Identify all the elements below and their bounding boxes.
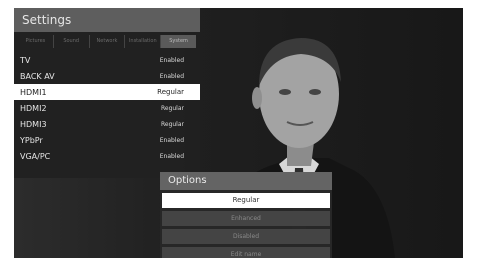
source-status: Regular: [157, 88, 184, 96]
option-regular[interactable]: Regular: [162, 193, 330, 208]
options-title: Options: [160, 172, 332, 190]
source-name: HDMI2: [20, 103, 47, 113]
source-row-ypbpr[interactable]: YPbPr Enabled: [14, 132, 200, 148]
source-name: VGA/PC: [20, 151, 51, 161]
source-row-tv[interactable]: TV Enabled: [14, 52, 200, 68]
source-name: HDMI3: [20, 119, 47, 129]
option-edit-name[interactable]: Edit name: [162, 247, 330, 258]
settings-tabs: Pictures Sound Network Installation Syst…: [18, 35, 196, 48]
source-name: HDMI1: [20, 87, 47, 97]
source-status: Regular: [160, 104, 184, 112]
source-status: Enabled: [159, 136, 184, 144]
source-row-hdmi2[interactable]: HDMI2 Regular: [14, 100, 200, 116]
tab-network[interactable]: Network: [90, 35, 126, 48]
settings-panel: Settings Pictures Sound Network Installa…: [14, 8, 200, 178]
source-name: TV: [20, 55, 31, 65]
source-row-vga-pc[interactable]: VGA/PC Enabled: [14, 148, 200, 164]
tv-screen: Settings Pictures Sound Network Installa…: [14, 8, 463, 258]
tab-installation[interactable]: Installation: [125, 35, 162, 48]
option-disabled[interactable]: Disabled: [162, 229, 330, 244]
source-status: Enabled: [159, 72, 184, 80]
tab-pictures[interactable]: Pictures: [18, 35, 54, 48]
source-row-hdmi1[interactable]: HDMI1 Regular: [14, 84, 200, 100]
source-status: Enabled: [159, 152, 184, 160]
settings-title: Settings: [14, 8, 200, 32]
source-row-back-av[interactable]: BACK AV Enabled: [14, 68, 200, 84]
tab-sound[interactable]: Sound: [54, 35, 90, 48]
options-popup: Options Regular Enhanced Disabled Edit n…: [160, 172, 332, 258]
tab-system[interactable]: System: [161, 35, 196, 48]
option-enhanced[interactable]: Enhanced: [162, 211, 330, 226]
source-name: BACK AV: [20, 71, 55, 81]
source-name: YPbPr: [20, 135, 43, 145]
source-row-hdmi3[interactable]: HDMI3 Regular: [14, 116, 200, 132]
source-status: Regular: [160, 120, 184, 128]
source-status: Enabled: [159, 56, 184, 64]
